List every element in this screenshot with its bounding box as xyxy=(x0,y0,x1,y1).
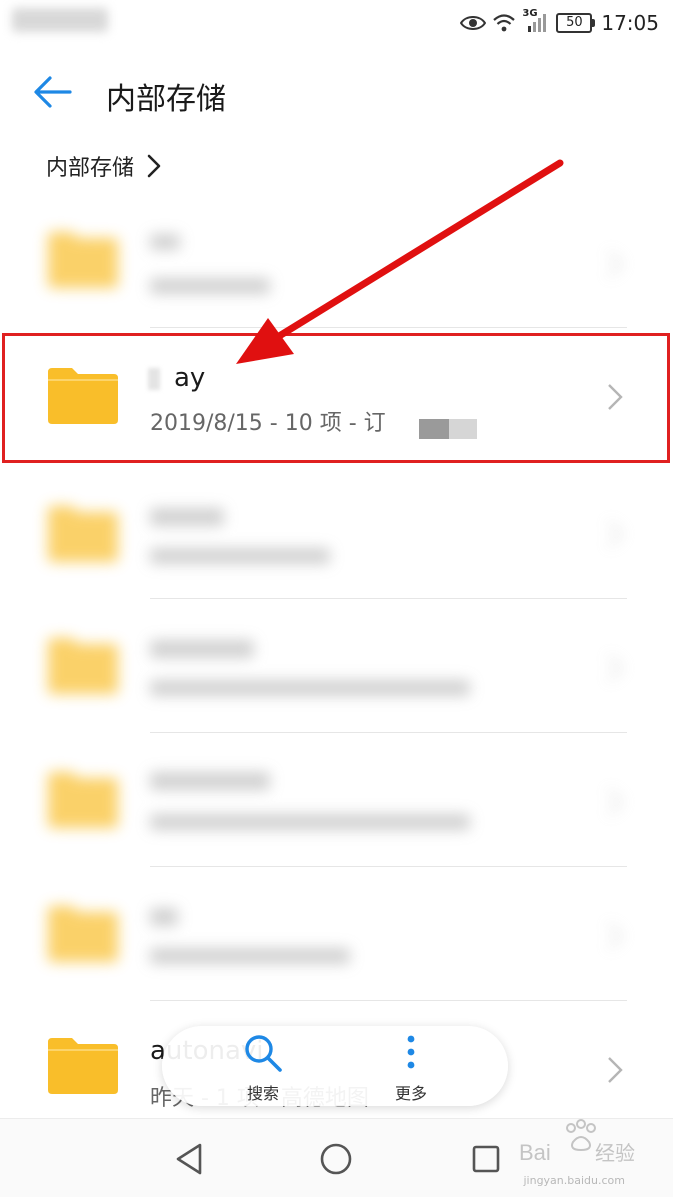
carrier-label-blurred xyxy=(12,8,108,32)
wifi-icon xyxy=(492,13,516,33)
divider xyxy=(150,598,627,599)
search-button[interactable]: 搜索 xyxy=(218,1032,308,1103)
chevron-right-icon xyxy=(147,154,161,178)
chevron-right-icon xyxy=(608,1057,623,1083)
triangle-back-icon xyxy=(176,1143,202,1175)
back-button[interactable] xyxy=(30,72,74,112)
more-label: 更多 xyxy=(394,1084,427,1103)
more-vertical-icon xyxy=(407,1035,415,1069)
folder-icon xyxy=(48,772,118,828)
floating-action-bar: 搜索 更多 xyxy=(162,1026,508,1106)
status-bar: 3G 50 17:05 xyxy=(0,0,673,44)
watermark-url: jingyan.baidu.com xyxy=(523,1174,625,1187)
chevron-right-icon xyxy=(608,655,623,681)
folder-icon xyxy=(48,232,118,288)
nav-recents-button[interactable] xyxy=(466,1139,506,1179)
baidu-watermark-logo: Bai 经验 xyxy=(519,1119,635,1165)
square-recents-icon xyxy=(472,1145,500,1173)
breadcrumb-item-internal-storage[interactable]: 内部存储 xyxy=(46,150,134,182)
divider xyxy=(150,866,627,867)
folder-icon xyxy=(48,638,118,694)
page-title: 内部存储 xyxy=(106,82,226,117)
chevron-right-icon xyxy=(608,251,623,277)
file-meta-blurred xyxy=(150,548,330,564)
clock: 17:05 xyxy=(601,11,659,35)
circle-home-icon xyxy=(320,1143,352,1175)
divider xyxy=(150,732,627,733)
file-meta-blurred xyxy=(150,814,470,830)
divider xyxy=(150,1000,627,1001)
list-item[interactable] xyxy=(0,602,673,732)
search-icon xyxy=(245,1035,282,1072)
chevron-right-icon xyxy=(608,521,623,547)
file-meta-blurred xyxy=(150,680,470,696)
search-label: 搜索 xyxy=(246,1084,279,1103)
eye-comfort-icon xyxy=(460,14,487,32)
folder-icon xyxy=(48,1038,118,1094)
folder-icon xyxy=(48,906,118,962)
nav-home-button[interactable] xyxy=(316,1139,356,1179)
network-type-label: 3G xyxy=(522,8,538,19)
file-name-blurred xyxy=(150,508,224,526)
app-header: 内部存储 xyxy=(0,60,673,124)
battery-icon: 50 xyxy=(556,13,596,33)
nav-back-button[interactable] xyxy=(170,1139,210,1179)
file-name-blurred xyxy=(150,908,178,926)
folder-icon xyxy=(48,506,118,562)
file-name-blurred xyxy=(150,640,254,658)
list-item[interactable] xyxy=(0,736,673,866)
back-arrow-icon xyxy=(34,76,72,108)
svg-text:Bai: Bai xyxy=(519,1140,551,1165)
breadcrumb[interactable]: 内部存储 xyxy=(46,148,162,184)
chevron-right-icon xyxy=(608,789,623,815)
file-meta-blurred xyxy=(150,948,350,964)
chevron-right-icon xyxy=(608,923,623,949)
file-name-blurred xyxy=(150,772,270,790)
list-item[interactable] xyxy=(0,870,673,1000)
divider xyxy=(150,327,627,328)
list-item[interactable] xyxy=(0,468,673,598)
svg-text:经验: 经验 xyxy=(595,1141,635,1165)
file-meta-blurred xyxy=(150,278,270,294)
battery-level: 50 xyxy=(556,13,593,33)
highlight-box xyxy=(2,333,670,463)
signal-icon: 3G xyxy=(522,8,550,34)
list-item[interactable] xyxy=(0,198,673,328)
more-button[interactable]: 更多 xyxy=(366,1032,456,1103)
file-name-blurred xyxy=(150,234,180,250)
